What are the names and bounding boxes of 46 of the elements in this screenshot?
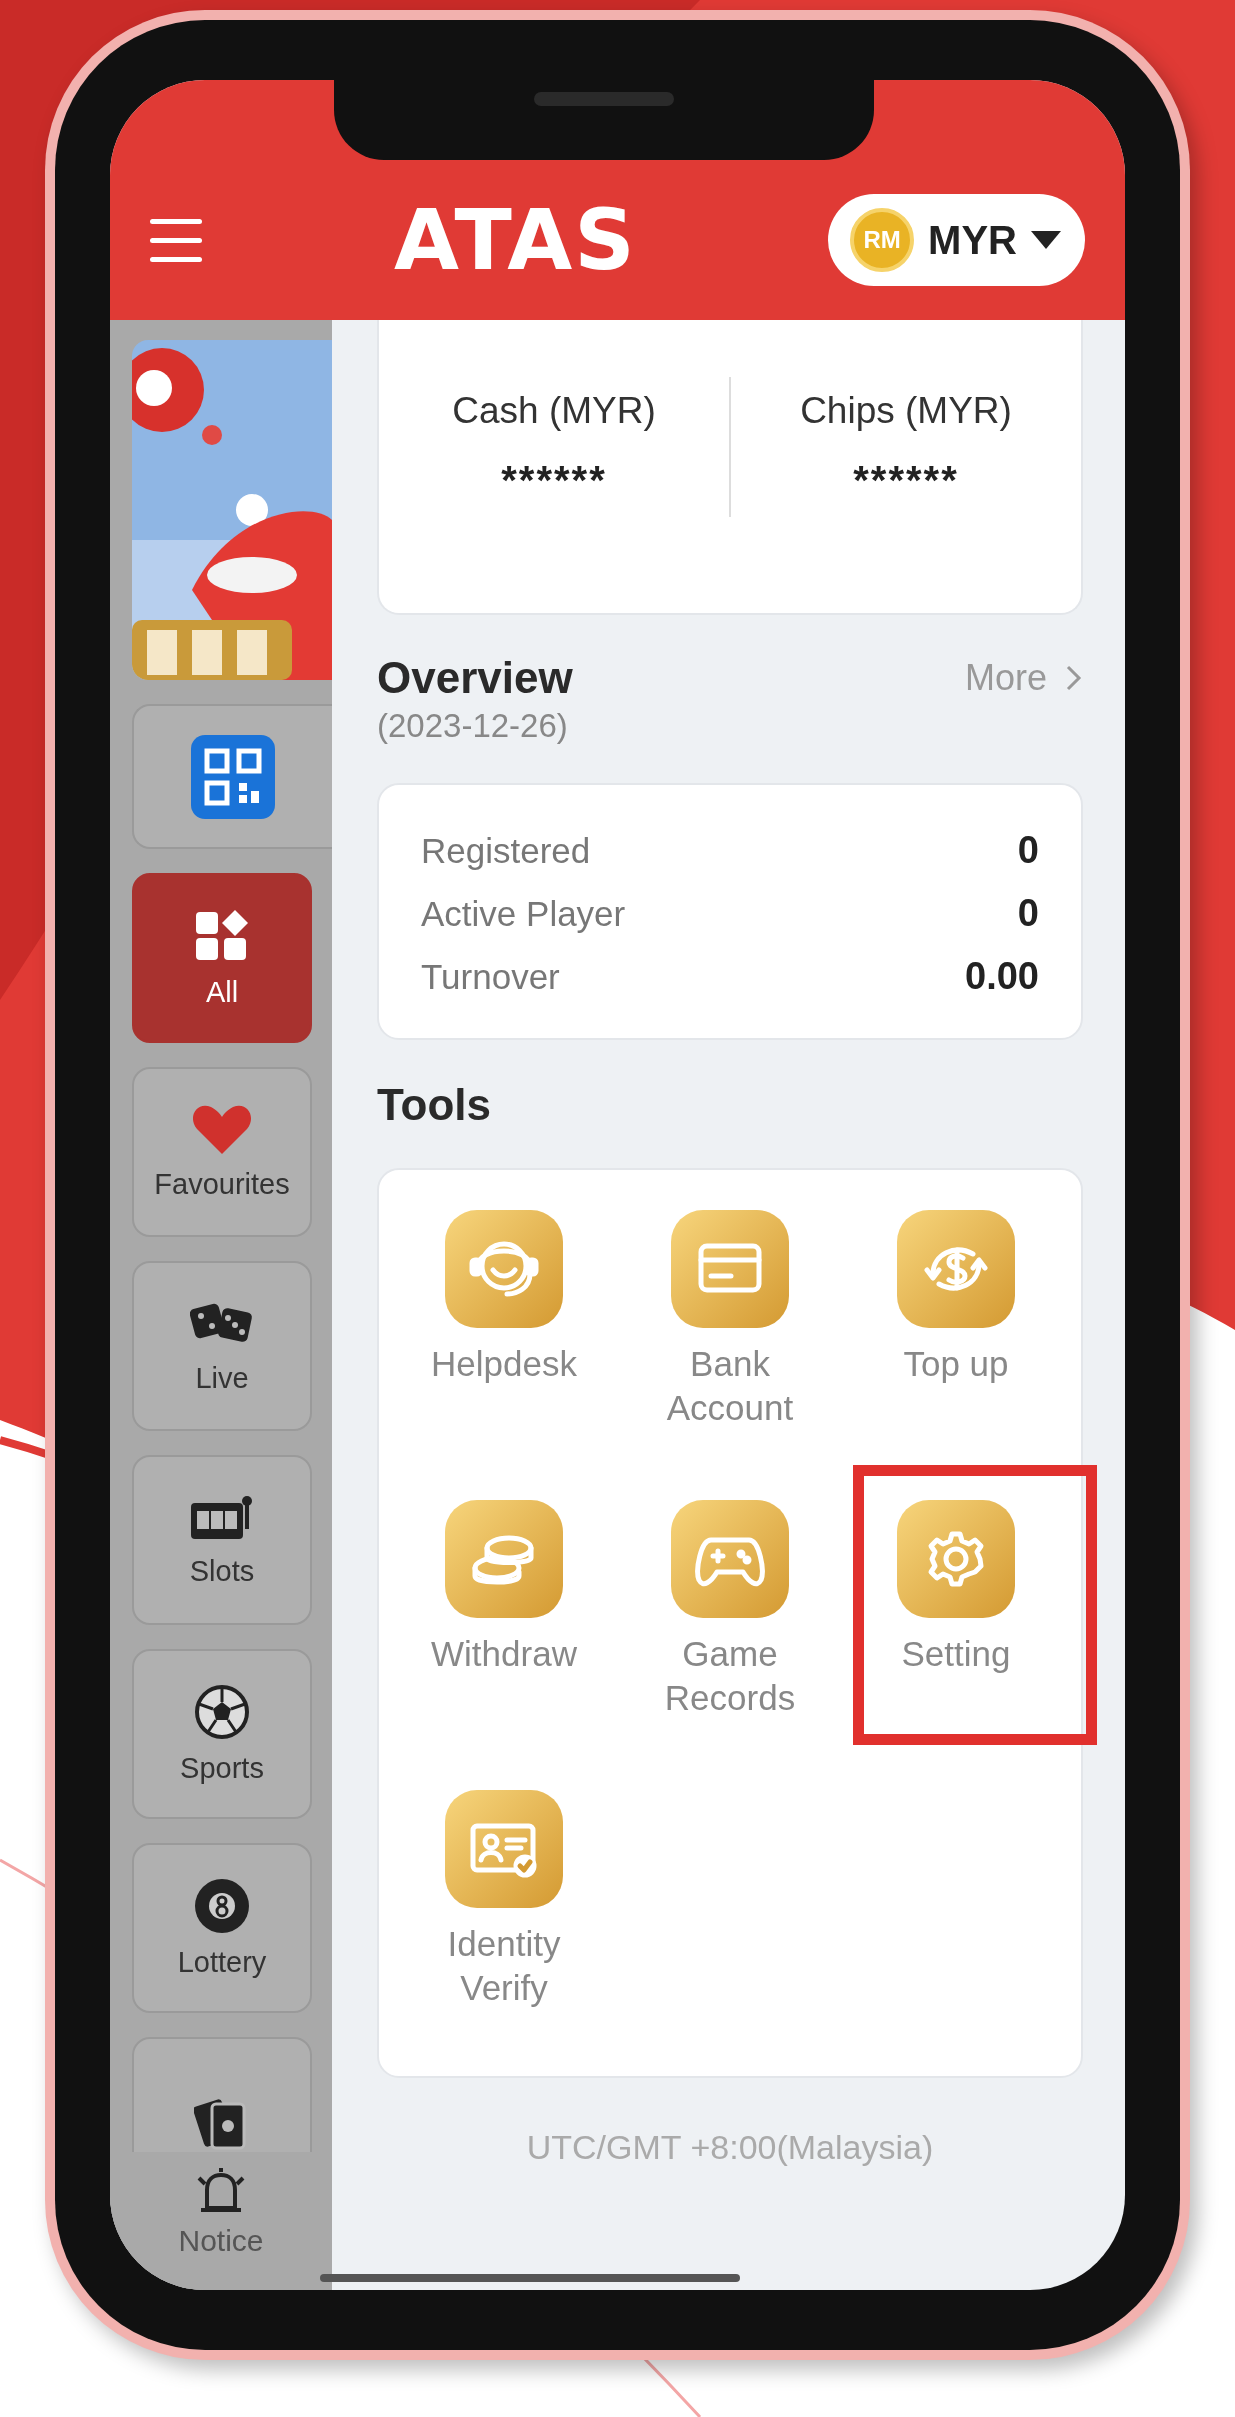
tool-button[interactable]: Top up <box>897 1210 1015 1386</box>
credit-card-icon <box>671 1210 789 1328</box>
category-tab[interactable]: Live <box>132 1261 312 1431</box>
tool-button[interactable]: Game Records <box>642 1500 818 1720</box>
stat-value: 0.00 <box>965 955 1039 998</box>
chevron-right-icon <box>1065 664 1083 692</box>
stat-value: 0 <box>1017 829 1039 872</box>
stat-label: Registered <box>421 830 591 871</box>
tool-button[interactable]: Bank Account <box>642 1210 818 1430</box>
balance-label: Cash (MYR) <box>452 390 656 432</box>
balance-label: Chips (MYR) <box>800 390 1012 432</box>
tool-button[interactable]: Identity Verify <box>416 1790 592 2010</box>
qr-code-button[interactable] <box>132 704 332 849</box>
section-title: Overview <box>377 653 573 703</box>
headset-icon <box>445 1210 563 1328</box>
balance-value: ****** <box>501 458 607 503</box>
category-tab[interactable]: All <box>132 873 312 1043</box>
settings-icon <box>897 1500 1015 1618</box>
category-tab[interactable]: Slots <box>132 1455 312 1625</box>
coin-badge: RM <box>850 208 915 272</box>
category-tab[interactable]: Lottery <box>132 1843 312 2013</box>
section-title: Tools <box>377 1080 493 1130</box>
eight-ball-icon <box>194 1877 250 1934</box>
tool-button[interactable]: Setting <box>897 1500 1015 1676</box>
tool-button[interactable]: Helpdesk <box>431 1210 577 1386</box>
more-link[interactable]: More <box>964 653 1083 699</box>
timezone-text: UTC/GMT +8:00(Malaysia) <box>525 2128 935 2167</box>
menu-icon[interactable] <box>150 218 202 262</box>
overview-date: (2023-12-26) <box>377 707 569 745</box>
tool-button[interactable]: Withdraw <box>431 1500 577 1676</box>
stat-value: 0 <box>1017 892 1039 935</box>
logo: ATAS <box>394 191 637 289</box>
stat-label: Active Player <box>421 893 626 934</box>
currency-selector[interactable]: RM MYR <box>828 194 1085 286</box>
coins-icon <box>445 1500 563 1618</box>
soccer-ball-icon <box>194 1683 250 1740</box>
stat-label: Turnover <box>421 956 560 997</box>
heart-icon <box>192 1103 252 1156</box>
qr-code-icon <box>191 734 275 819</box>
caret-icon <box>1031 231 1061 249</box>
category-tab[interactable]: Sports <box>132 1649 312 1819</box>
balance-value: ****** <box>853 458 959 503</box>
gamepad-icon <box>671 1500 789 1618</box>
id-card-icon <box>445 1790 563 1908</box>
dollar-cycle-icon <box>897 1210 1015 1328</box>
category-tab[interactable]: Favourites <box>132 1067 312 1237</box>
